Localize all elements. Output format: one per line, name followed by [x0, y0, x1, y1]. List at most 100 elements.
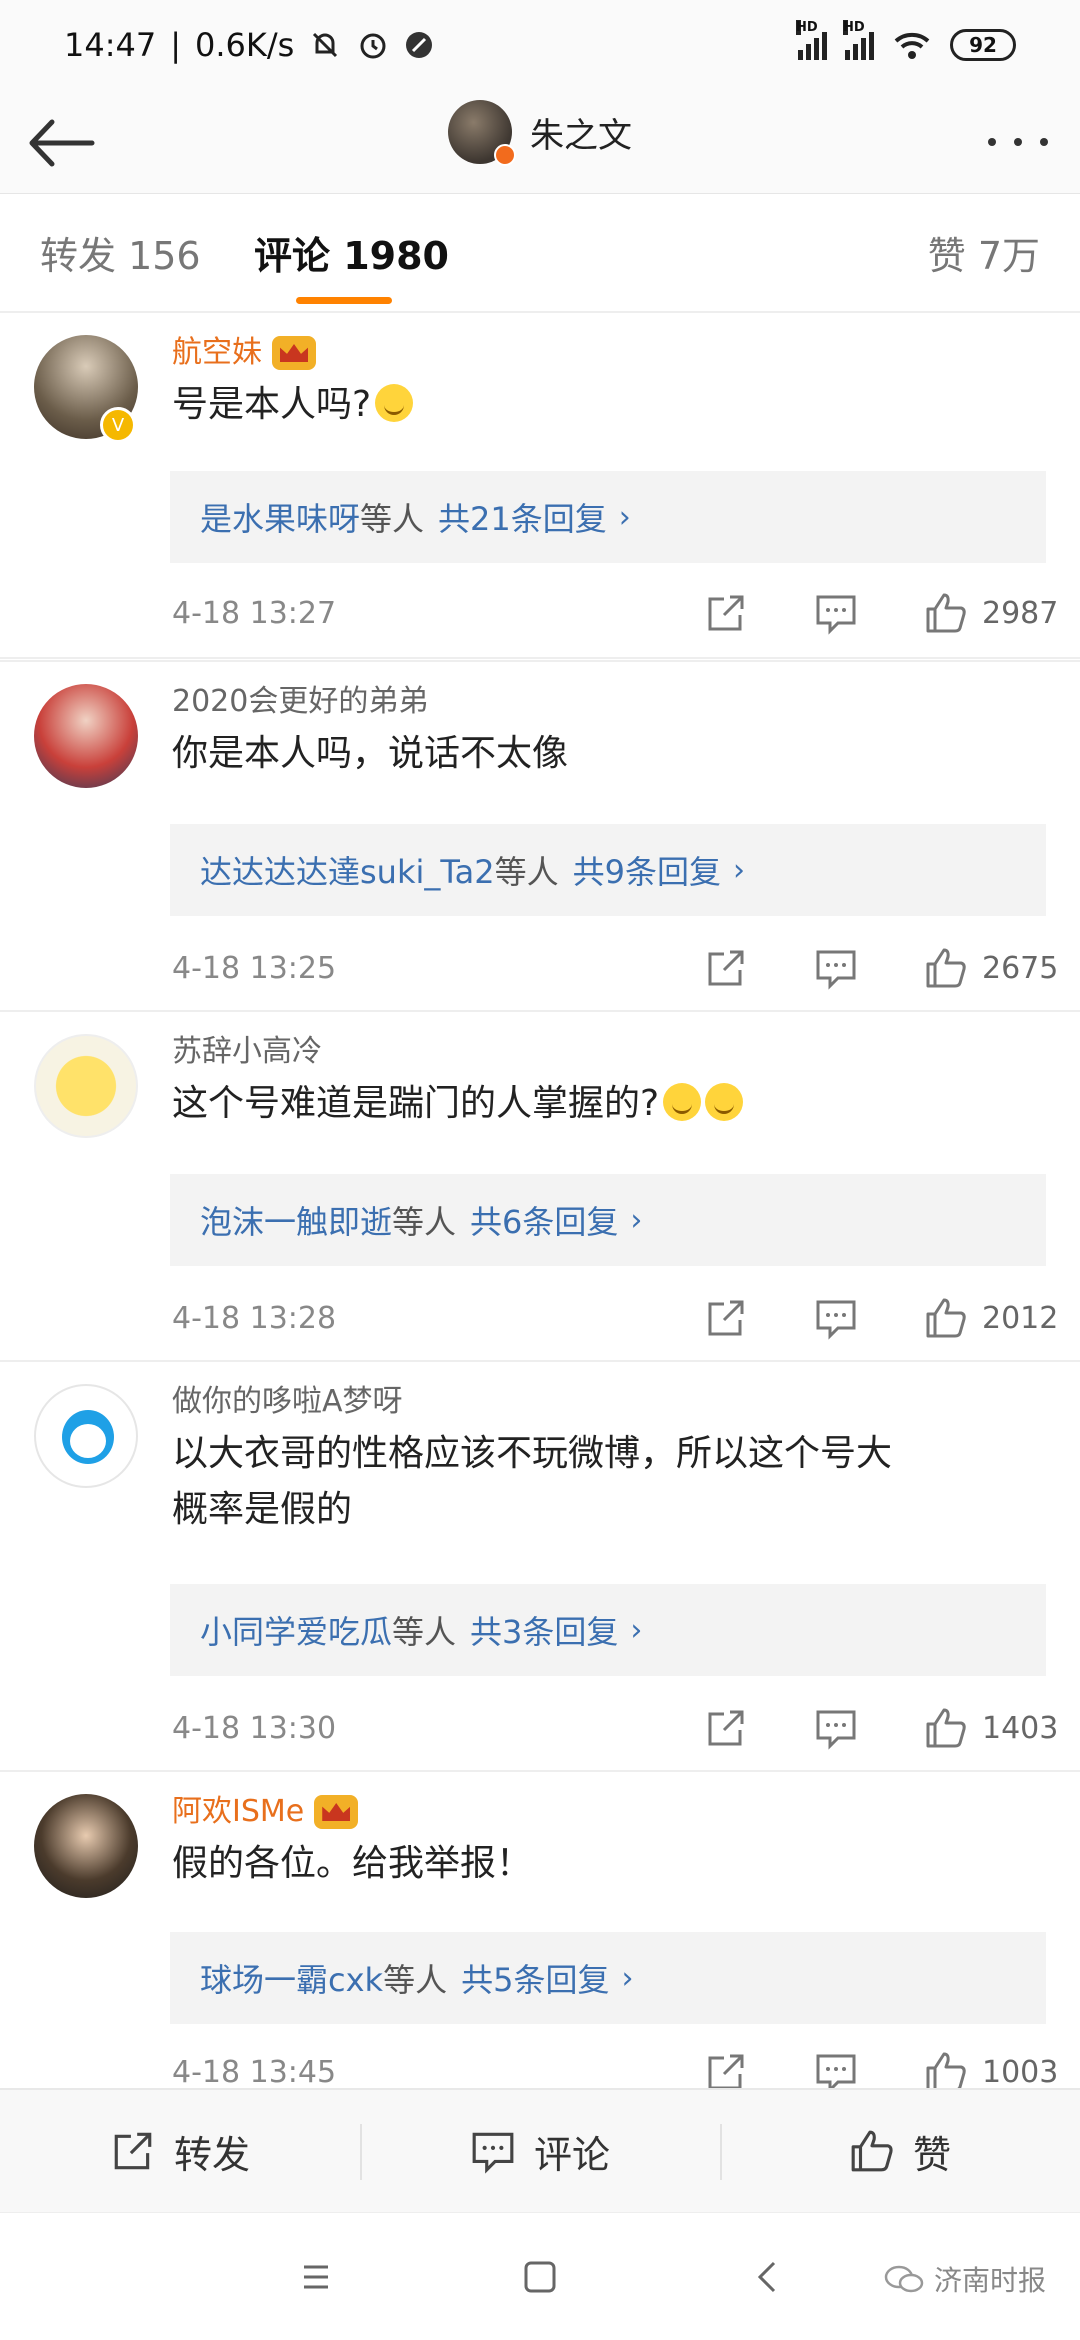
menu-icon[interactable]	[290, 2251, 342, 2303]
comment-text: 这个号难道是踹门的人掌握的?	[172, 1083, 660, 1124]
comment-icon[interactable]	[814, 1706, 858, 1750]
like-icon[interactable]	[924, 1296, 968, 1340]
comment-item-2: 2020会更好的弟弟 你是本人吗，说话不太像 达达达达達suki_Ta2 等人 …	[0, 660, 1080, 1010]
tab-bar: 转发 156 评论 1980 赞 7万	[0, 195, 1080, 313]
system-nav-bar: 济南时报	[0, 2212, 1080, 2340]
verified-badge-icon	[494, 144, 516, 166]
comment-time: 4-18 13:27	[172, 595, 337, 631]
grin-emoji-icon	[663, 1083, 702, 1121]
smile-emoji-icon	[375, 384, 414, 422]
more-options-button[interactable]	[978, 114, 1058, 170]
comment-text: 以大衣哥的性格应该不玩微博，所以这个号大	[172, 1433, 893, 1474]
reply-separator: 等人	[360, 500, 425, 538]
share-icon[interactable]	[704, 1296, 748, 1340]
grin-emoji-icon	[705, 1083, 744, 1121]
alarm-icon	[360, 33, 386, 59]
avatar[interactable]	[34, 1384, 138, 1488]
reply-names[interactable]: 小同学爱吃瓜	[200, 1607, 392, 1653]
like-count: 2012	[982, 1300, 1059, 1336]
header-profile[interactable]: 朱之文	[448, 100, 632, 166]
comment-username[interactable]: 航空妹	[172, 331, 262, 375]
like-count: 1403	[982, 1710, 1059, 1746]
more-dot-icon	[1040, 138, 1048, 146]
back-icon[interactable]	[742, 2251, 794, 2303]
home-icon[interactable]	[514, 2251, 566, 2303]
chevron-right-icon: ›	[618, 499, 631, 535]
signal-icon: HD	[796, 20, 827, 60]
bottom-action-bar: 转发 评论 赞	[0, 2088, 1080, 2212]
share-icon[interactable]	[704, 591, 748, 635]
app-header: 朱之文	[0, 90, 1080, 194]
status-time: 14:47	[64, 26, 157, 64]
comment-icon[interactable]	[814, 591, 858, 635]
reply-count[interactable]: 共21条回复	[438, 494, 607, 540]
watermark: 济南时报	[884, 2259, 1046, 2299]
chevron-right-icon: ›	[630, 1202, 643, 1238]
reply-count[interactable]: 共9条回复	[573, 847, 721, 893]
avatar[interactable]	[448, 100, 516, 166]
reply-summary[interactable]: 泡沫一触即逝 等人 共6条回复 ›	[170, 1174, 1046, 1266]
signal-icon-2: HD	[843, 20, 874, 60]
comment-item: V 航空妹 号是本人吗? 是水果味呀 等人 共21条回复 › 4-18 13:2…	[0, 313, 1080, 659]
chevron-right-icon: ›	[733, 852, 745, 888]
comment-icon[interactable]	[814, 1296, 858, 1340]
reply-names[interactable]: 球场一霸cxk	[200, 1955, 383, 2001]
repost-label: 转发	[173, 2132, 250, 2177]
comment-username[interactable]: 做你的哆啦A梦呀	[172, 1380, 403, 1424]
avatar[interactable]	[34, 1034, 138, 1138]
comment-list: V 航空妹 号是本人吗? 是水果味呀 等人 共21条回复 › 4-18 13:2…	[0, 313, 1080, 659]
status-divider: |	[170, 26, 181, 64]
comment-button[interactable]: 评论	[360, 2090, 720, 2212]
like-icon[interactable]	[924, 946, 968, 990]
repost-button[interactable]: 转发	[0, 2090, 360, 2212]
comment-username[interactable]: 苏辞小高冷	[172, 1030, 322, 1074]
chevron-right-icon: ›	[621, 1960, 634, 1996]
reply-summary[interactable]: 小同学爱吃瓜 等人 共3条回复 ›	[170, 1584, 1046, 1676]
share-icon[interactable]	[704, 946, 748, 990]
tab-repost[interactable]: 转发 156	[40, 225, 201, 280]
tab-likes[interactable]: 赞 7万	[928, 225, 1040, 280]
comment-text: 假的各位。给我举报！	[172, 1843, 533, 1884]
like-icon	[851, 2130, 893, 2172]
comment-username[interactable]: 阿欢ISMe	[172, 1790, 304, 1834]
share-icon[interactable]	[704, 1706, 748, 1750]
reply-count[interactable]: 共3条回复	[470, 1607, 618, 1653]
reply-names[interactable]: 泡沫一触即逝	[200, 1197, 392, 1243]
reply-summary[interactable]: 达达达达達suki_Ta2 等人 共9条回复 ›	[170, 824, 1046, 916]
back-arrow-icon	[29, 119, 95, 167]
like-count: 1003	[982, 2054, 1059, 2090]
reply-separator: 等人	[392, 1203, 457, 1241]
reply-count[interactable]: 共6条回复	[470, 1197, 618, 1243]
comment-text: 号是本人吗?	[172, 384, 372, 425]
like-label: 赞	[912, 2132, 951, 2177]
reply-names[interactable]: 是水果味呀	[200, 494, 360, 540]
tab-comments[interactable]: 评论 1980	[254, 225, 449, 280]
like-button[interactable]: 赞	[720, 2090, 1080, 2212]
comment-username[interactable]: 2020会更好的弟弟	[172, 680, 428, 724]
comment-label: 评论	[533, 2132, 610, 2177]
comment-text: 你是本人吗，说话不太像	[172, 733, 569, 774]
more-dot-icon	[988, 138, 996, 146]
comment-time: 4-18 13:25	[172, 950, 337, 986]
reply-count[interactable]: 共5条回复	[461, 1955, 609, 2001]
like-icon[interactable]	[924, 1706, 968, 1750]
reply-separator: 等人	[392, 1613, 457, 1651]
reply-separator: 等人	[494, 853, 559, 891]
like-icon[interactable]	[924, 591, 968, 635]
verified-badge-icon: V	[100, 407, 136, 443]
wifi-icon	[894, 32, 930, 59]
more-dot-icon	[1014, 138, 1022, 146]
reply-names[interactable]: 达达达达達suki_Ta2	[200, 847, 495, 893]
comment-icon	[472, 2132, 514, 2174]
vip-crown-icon	[272, 336, 316, 370]
comment-text-line2: 概率是假的	[172, 1489, 353, 1530]
back-button[interactable]	[22, 108, 98, 178]
comment-icon[interactable]	[814, 946, 858, 990]
avatar[interactable]	[34, 684, 138, 788]
reply-summary[interactable]: 是水果味呀 等人 共21条回复 ›	[170, 471, 1046, 563]
comment-time: 4-18 13:45	[172, 2054, 337, 2090]
comment-item-5: 阿欢ISMe 假的各位。给我举报！ 球场一霸cxk 等人 共5条回复 › 4-1…	[0, 1770, 1080, 2094]
reply-summary[interactable]: 球场一霸cxk 等人 共5条回复 ›	[170, 1932, 1046, 2024]
avatar[interactable]	[34, 1794, 138, 1898]
comment-item-3: 苏辞小高冷 这个号难道是踹门的人掌握的? 泡沫一触即逝 等人 共6条回复 › 4…	[0, 1010, 1080, 1360]
